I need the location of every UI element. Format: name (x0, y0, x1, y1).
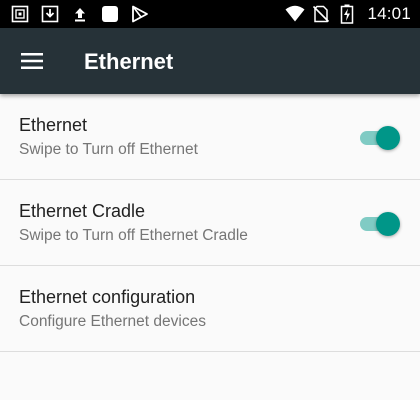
setting-summary: Swipe to Turn off Ethernet (19, 141, 198, 158)
status-bar: 14:01 (0, 0, 420, 28)
app-square-icon (100, 4, 120, 24)
setting-ethernet-cradle[interactable]: Ethernet Cradle Swipe to Turn off Ethern… (0, 180, 420, 266)
ethernet-cradle-switch[interactable] (360, 212, 400, 236)
notification-icons (10, 4, 150, 24)
menu-button[interactable] (14, 43, 50, 79)
status-time: 14:01 (367, 4, 411, 23)
settings-list: Ethernet Swipe to Turn off Ethernet Ethe… (0, 94, 420, 352)
switch-thumb (376, 212, 400, 236)
screenshot-icon (10, 4, 30, 24)
setting-ethernet[interactable]: Ethernet Swipe to Turn off Ethernet (0, 94, 420, 180)
setting-ethernet-configuration[interactable]: Ethernet configuration Configure Etherne… (0, 266, 420, 352)
play-store-icon (130, 4, 150, 24)
setting-summary: Swipe to Turn off Ethernet Cradle (19, 227, 248, 244)
page-title: Ethernet (84, 49, 174, 74)
battery-charging-icon (337, 4, 357, 24)
wifi-icon (285, 4, 305, 24)
setting-summary: Configure Ethernet devices (19, 313, 206, 330)
ethernet-switch[interactable] (360, 126, 400, 150)
menu-icon (21, 53, 43, 69)
setting-title: Ethernet (19, 115, 88, 135)
system-icons: 14:01 (285, 4, 411, 24)
setting-title: Ethernet Cradle (19, 201, 146, 221)
download-icon (40, 4, 60, 24)
setting-title: Ethernet configuration (19, 287, 196, 307)
switch-thumb (376, 126, 400, 150)
upload-icon (70, 4, 90, 24)
app-bar: Ethernet (0, 28, 420, 94)
no-sim-icon (311, 4, 331, 24)
